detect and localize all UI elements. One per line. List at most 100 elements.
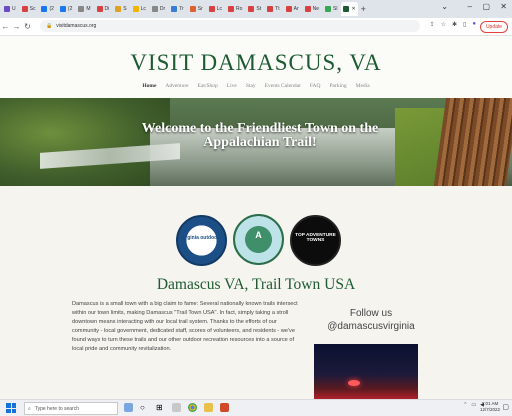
tab-favicon-icon [4,6,10,12]
tab-label: Di [104,6,110,12]
appalachian-trail-badge[interactable]: A [233,214,284,265]
close-window-icon[interactable]: ✕ [500,2,507,11]
lock-icon[interactable]: 🔒 [46,23,52,29]
tab-favicon-icon [208,6,215,12]
browser-tab[interactable]: Ar [284,2,301,16]
badge-text: TOP ADVENTURE TOWNS [295,233,336,243]
tab-search-icon[interactable]: ⌄ [441,2,448,11]
browser-tab[interactable]: Lc [131,2,148,16]
tab-favicon-icon [151,6,158,12]
maximize-icon[interactable]: ▢ [482,2,490,11]
clock-date: 12/7/2022 [479,407,500,412]
follow-line1: Follow us [349,308,393,319]
windows-start-icon[interactable] [6,403,16,413]
tab-label: Tr [179,6,184,12]
tab-favicon-icon [285,6,292,12]
site-title[interactable]: VISIT DAMASCUS, VA [0,50,512,76]
tab-label: St [256,6,262,12]
browser-tab[interactable]: St [246,2,263,16]
taskbar-clock[interactable]: 2:01 AM 12/7/2022 [480,401,500,413]
browser-tab[interactable]: Ne [303,2,321,16]
tab-label: (2 [49,6,54,12]
browser-tab[interactable]: M [76,2,92,16]
browser-tab[interactable]: (2 [58,2,74,16]
profile-avatar[interactable]: ● [472,21,476,28]
instagram-handle[interactable]: @damascusvirginia [318,320,424,333]
intro-paragraph: Damascus is a small town with a big clai… [72,301,298,352]
nav-link[interactable]: Parking [329,83,346,89]
update-button[interactable]: Update [480,21,508,33]
url-field[interactable]: 🔒 visitdamascus.org [40,20,420,32]
taskbar-search-field[interactable]: ⌕ Type here to search [24,402,118,415]
tab-favicon-icon [171,6,178,12]
share-icon[interactable]: ⇪ [430,21,435,28]
address-bar-row: ← → ↻ 🔒 visitdamascus.org ⇪ ☆ ✱ ▯ ● Upda… [0,18,512,36]
browser-tab[interactable]: Sc [20,2,38,16]
tab-label: S [123,6,127,12]
powerpoint-icon[interactable] [220,403,229,412]
tab-label: Sr [197,6,203,12]
badge-text: virginia outdoors [181,235,222,241]
browser-tab[interactable]: Tr [169,2,186,16]
browser-tab[interactable]: (2 [39,2,55,16]
browser-tab[interactable]: Sl [323,2,339,16]
file-explorer-icon[interactable] [172,403,181,412]
hero-deck-image [433,98,512,186]
url-text: visitdamascus.org [56,23,97,29]
network-icon[interactable]: ▭ [471,402,476,408]
extensions-icon[interactable]: ✱ [452,21,457,28]
browser-tab[interactable]: Ro [226,2,244,16]
top-adventure-towns-badge[interactable]: TOP ADVENTURE TOWNS [290,215,341,266]
browser-tab[interactable]: Dr [150,2,167,16]
tab-label: (2 [67,6,73,12]
tab-label: ✕ [351,6,356,12]
browser-tab[interactable]: Di [95,2,112,16]
instagram-photo[interactable] [314,344,418,400]
nav-link[interactable]: Eat/Shop [198,83,218,89]
nav-link[interactable]: Events Calendar [265,83,301,89]
hero-title: Welcome to the Friendliest Town on the A… [141,121,379,150]
tab-favicon-icon [132,6,139,12]
tab-label: Ar [293,6,299,12]
tab-label: Tt [275,6,280,12]
tray-chevron-icon[interactable]: ⌃ [463,402,467,408]
tab-label: Ne [312,6,320,12]
browser-tab[interactable]: Sr [188,2,205,16]
tab-favicon-icon [325,6,332,12]
bookmark-star-icon[interactable]: ☆ [441,21,446,28]
browser-tab[interactable]: ✕ [341,2,358,16]
weather-widget-icon[interactable] [124,403,133,412]
tab-label: M [86,6,91,12]
back-icon[interactable]: ← [0,22,11,31]
browser-tab[interactable]: Tt [265,2,281,16]
tab-favicon-icon [78,6,85,12]
tab-favicon-icon [96,6,103,12]
tab-favicon-icon [41,6,48,12]
browser-tab[interactable]: U [2,2,18,16]
chrome-icon[interactable] [188,403,197,412]
tab-favicon-icon [304,6,311,12]
nav-link[interactable]: Live [227,83,237,89]
update-label: Update [485,24,503,30]
folder-icon[interactable] [204,403,213,412]
nav-link[interactable]: Media [356,83,370,89]
reload-icon[interactable]: ↻ [22,22,33,31]
search-circle-icon[interactable]: ○ [140,403,149,412]
browser-tab[interactable]: Lc [207,2,224,16]
nav-link[interactable]: FAQ [310,83,321,89]
site-header: VISIT DAMASCUS, VA Home Adventure Eat/Shop… [0,36,512,98]
nav-link[interactable]: Stay [246,83,256,89]
tab-label: U [12,6,16,12]
notifications-icon[interactable]: ▢ [502,403,509,411]
tab-favicon-icon [21,6,28,12]
virginia-outdoors-badge[interactable]: virginia outdoors [176,215,227,266]
sidepanel-icon[interactable]: ▯ [463,21,466,28]
new-tab-icon[interactable]: + [361,4,366,14]
nav-link[interactable]: Adventure [165,83,188,89]
browser-tab[interactable]: S [113,2,128,16]
minimize-icon[interactable]: – [468,2,472,11]
task-view-icon[interactable]: ⊞ [156,403,165,412]
forward-icon[interactable]: → [11,22,22,31]
tab-label: Ro [236,6,243,12]
nav-link[interactable]: Home [142,83,156,89]
